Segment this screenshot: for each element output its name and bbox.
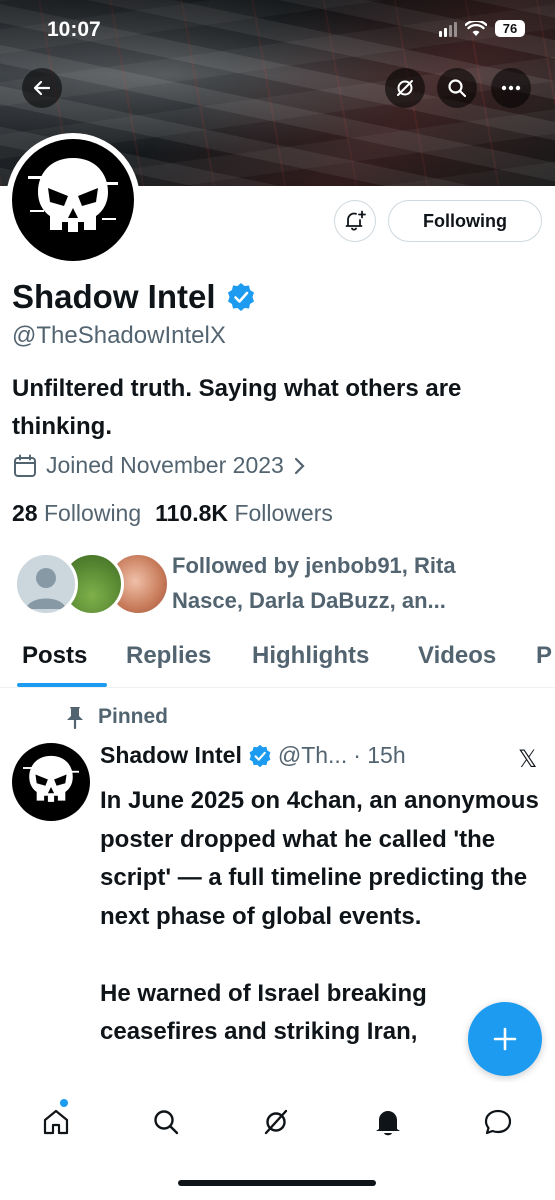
status-time: 10:07 — [47, 18, 101, 41]
nav-messages[interactable] — [478, 1102, 518, 1142]
post-author-name[interactable]: Shadow Intel — [100, 742, 242, 769]
skull-logo-icon — [28, 158, 118, 232]
nav-notifications[interactable] — [368, 1102, 408, 1142]
home-indicator — [178, 1180, 376, 1186]
profile-avatar[interactable] — [6, 133, 140, 267]
x-logo-icon[interactable]: 𝕏 — [518, 745, 537, 773]
active-tab-indicator — [17, 683, 107, 687]
bell-icon — [376, 1111, 400, 1136]
tab-partial[interactable]: P — [536, 642, 552, 670]
wifi-icon — [465, 20, 487, 36]
following-count-link[interactable]: 28 Following — [12, 500, 141, 527]
post-header: Shadow Intel @Th... · 15h — [100, 742, 406, 769]
plus-icon — [493, 1027, 517, 1051]
calendar-icon — [14, 454, 36, 477]
verified-badge-icon[interactable] — [226, 282, 256, 312]
back-arrow-icon — [33, 80, 51, 96]
more-icon — [501, 85, 521, 91]
pinned-label-row: Pinned — [64, 705, 168, 729]
back-button[interactable] — [22, 68, 62, 108]
search-icon — [448, 79, 467, 98]
follow-counts: 28 Following 110.8K Followers — [12, 500, 333, 527]
verified-badge-icon — [249, 744, 271, 767]
tab-videos[interactable]: Videos — [418, 642, 496, 670]
nav-home[interactable] — [36, 1102, 76, 1142]
chevron-right-icon — [294, 457, 305, 474]
followers-label: Followers — [234, 500, 333, 526]
following-button[interactable]: Following — [388, 200, 542, 242]
follower-avatar-default — [14, 552, 78, 616]
chat-bubble-icon — [484, 1109, 512, 1135]
skull-logo-icon — [23, 755, 79, 802]
tab-highlights[interactable]: Highlights — [252, 642, 369, 670]
joined-text: Joined November 2023 — [46, 452, 284, 478]
bell-plus-icon — [345, 210, 366, 231]
tab-replies[interactable]: Replies — [126, 642, 211, 670]
post-time[interactable]: · 15h — [353, 742, 405, 769]
nav-grok[interactable] — [256, 1102, 296, 1142]
grok-icon — [397, 80, 413, 96]
post-author-avatar[interactable] — [12, 743, 90, 821]
profile-bio: Unfiltered truth. Saying what others are… — [12, 375, 462, 440]
following-label: Following — [43, 500, 142, 526]
grok-button[interactable] — [385, 68, 425, 108]
grok-icon — [264, 1109, 288, 1135]
profile-tabs: Posts Replies Highlights Videos P — [0, 636, 555, 688]
profile-name: Shadow Intel — [12, 278, 216, 315]
pinned-label: Pinned — [98, 705, 169, 728]
nav-search[interactable] — [146, 1102, 186, 1142]
followers-count-link[interactable]: 110.8K Followers — [155, 500, 333, 527]
following-count: 28 — [12, 500, 38, 526]
followers-count: 110.8K — [155, 500, 229, 526]
profile-handle: @TheShadowIntelX — [12, 322, 226, 349]
search-button[interactable] — [437, 68, 477, 108]
notification-dot — [60, 1099, 68, 1107]
search-icon — [154, 1110, 179, 1135]
compose-button[interactable] — [468, 1002, 542, 1076]
battery-indicator: 76 — [495, 20, 525, 37]
joined-date[interactable]: Joined November 2023 — [12, 452, 308, 479]
notifications-toggle-button[interactable] — [334, 200, 376, 242]
post-author-handle[interactable]: @Th... — [278, 742, 347, 769]
more-button[interactable] — [491, 68, 531, 108]
status-icons: 76 — [439, 20, 525, 37]
pin-icon — [67, 707, 83, 729]
followed-by-text[interactable]: Followed by jenbob91, Rita Nasce, Darla … — [172, 548, 532, 618]
home-icon — [43, 1109, 69, 1135]
tab-posts[interactable]: Posts — [22, 642, 87, 670]
signal-icon — [439, 21, 457, 37]
profile-name-row: Shadow Intel — [12, 278, 256, 316]
